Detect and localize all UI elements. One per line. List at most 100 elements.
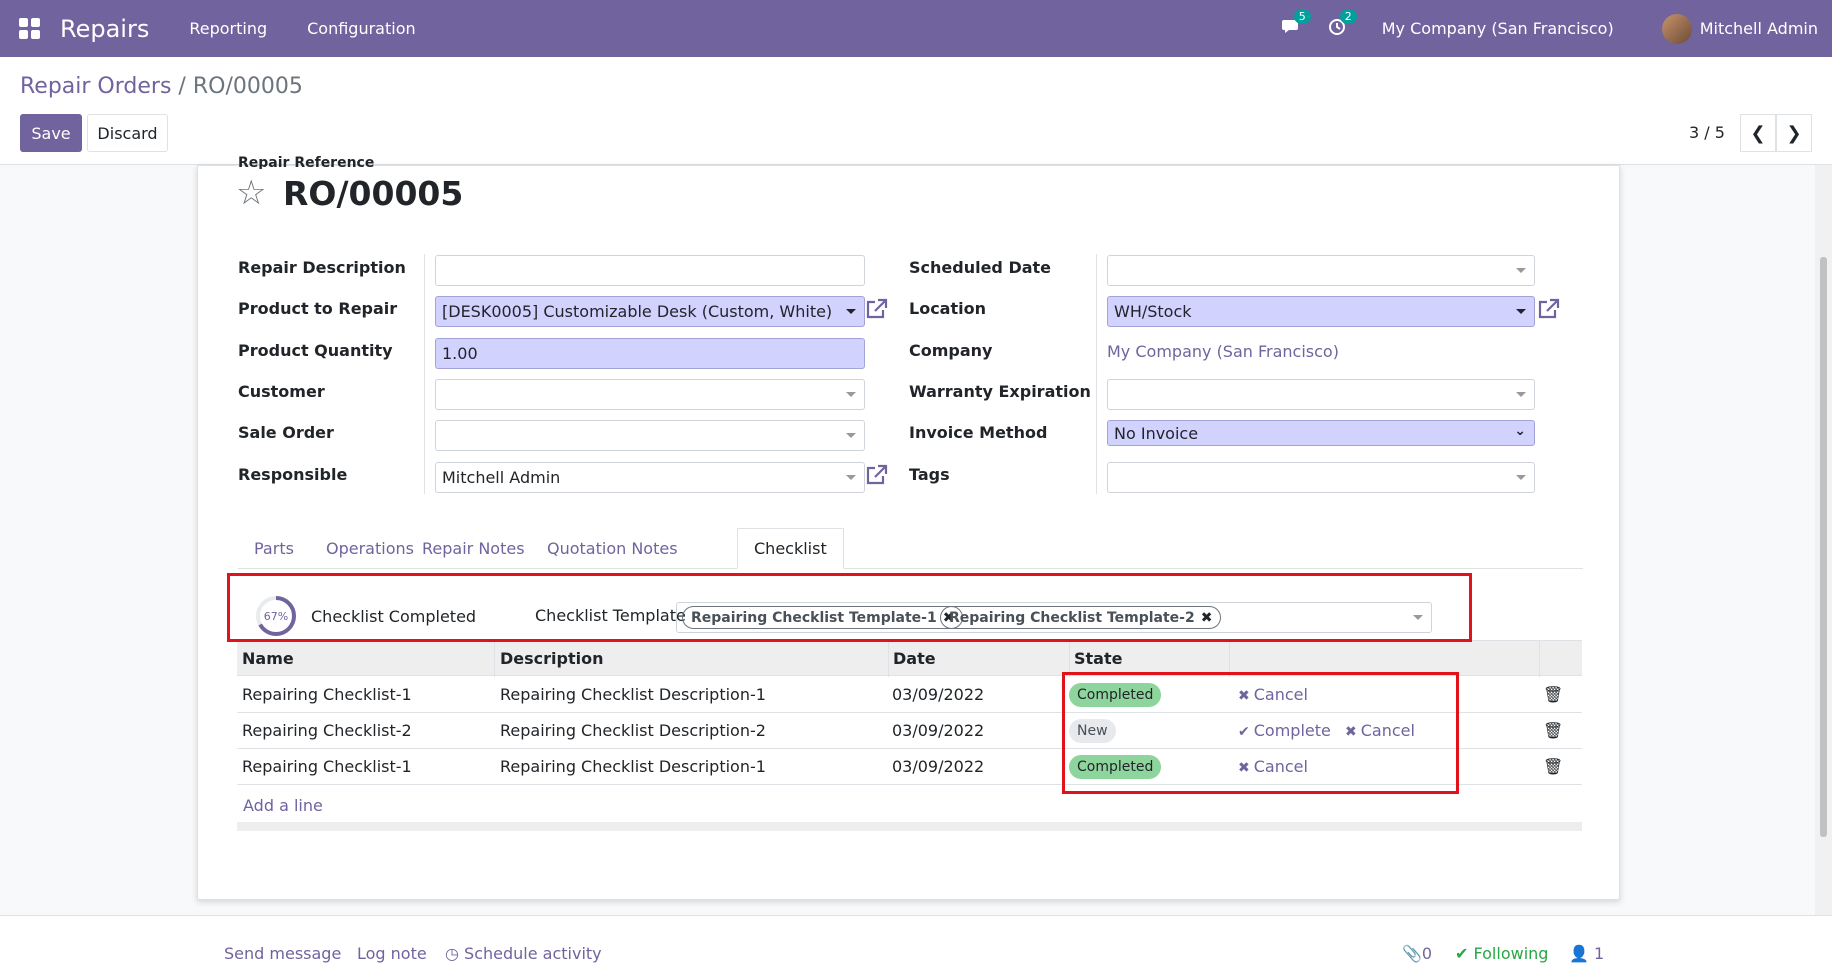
trash-icon[interactable]: 🗑 bbox=[1543, 685, 1563, 704]
tab-checklist[interactable]: Checklist bbox=[737, 528, 844, 569]
row-name: Repairing Checklist-1 bbox=[242, 685, 412, 704]
row-description: Repairing Checklist Description-1 bbox=[500, 757, 766, 776]
scheduled-date-input[interactable] bbox=[1107, 255, 1535, 286]
tab-quotation-notes[interactable]: Quotation Notes bbox=[531, 528, 694, 569]
highlight-checklist-header bbox=[227, 573, 1472, 642]
product-quantity-input[interactable]: 1.00 bbox=[435, 338, 865, 369]
save-button[interactable]: Save bbox=[20, 114, 82, 152]
pager-value[interactable]: 3 / 5 bbox=[1689, 123, 1725, 142]
add-line-link[interactable]: Add a line bbox=[243, 796, 323, 815]
chevron-left-icon: ❮ bbox=[1750, 122, 1766, 144]
messages-icon[interactable]: 5 bbox=[1281, 8, 1311, 41]
product-to-repair-value: [DESK0005] Customizable Desk (Custom, Wh… bbox=[442, 302, 833, 321]
control-panel: Repair Orders / RO/00005 Save Discard 3 … bbox=[0, 57, 1832, 165]
apps-menu-icon[interactable] bbox=[19, 17, 41, 40]
attachments-count: 0 bbox=[1421, 944, 1433, 963]
external-link-icon[interactable] bbox=[1537, 298, 1561, 325]
clock-icon: ◷ bbox=[445, 944, 465, 963]
app-name[interactable]: Repairs bbox=[60, 15, 149, 43]
chevron-down-icon bbox=[846, 475, 856, 480]
menu-reporting[interactable]: Reporting bbox=[189, 19, 267, 38]
invoice-method-select[interactable]: No Invoice ⌄ bbox=[1107, 420, 1535, 446]
activities-icon[interactable]: 2 bbox=[1328, 8, 1357, 41]
trash-icon[interactable]: 🗑 bbox=[1543, 757, 1563, 776]
tags-input[interactable] bbox=[1107, 462, 1535, 493]
table-footer bbox=[237, 822, 1582, 831]
top-navbar: Repairs Reporting Configuration 5 2 My C… bbox=[0, 0, 1832, 57]
tab-parts[interactable]: Parts bbox=[238, 528, 310, 569]
row-description: Repairing Checklist Description-2 bbox=[500, 721, 766, 740]
column-description[interactable]: Description bbox=[500, 649, 603, 668]
label-location: Location bbox=[909, 299, 986, 318]
schedule-activity-label: Schedule activity bbox=[464, 944, 602, 963]
column-state[interactable]: State bbox=[1074, 649, 1122, 668]
checklist-table-header: Name Description Date State bbox=[237, 640, 1582, 677]
row-name: Repairing Checklist-2 bbox=[242, 721, 412, 740]
column-date[interactable]: Date bbox=[893, 649, 936, 668]
label-scheduled-date: Scheduled Date bbox=[909, 258, 1052, 277]
breadcrumb-parent[interactable]: Repair Orders bbox=[20, 74, 171, 99]
followers-count: 1 bbox=[1594, 944, 1605, 963]
responsible-select[interactable]: Mitchell Admin bbox=[435, 462, 865, 493]
send-message-button[interactable]: Send message bbox=[224, 944, 341, 963]
row-name: Repairing Checklist-1 bbox=[242, 757, 412, 776]
chevron-right-icon: ❯ bbox=[1786, 122, 1802, 144]
row-date: 03/09/2022 bbox=[892, 685, 985, 704]
chevron-down-icon bbox=[846, 392, 856, 397]
chevron-down-icon bbox=[1516, 309, 1526, 314]
chevron-down-icon bbox=[1516, 392, 1526, 397]
warranty-expiration-input[interactable] bbox=[1107, 379, 1535, 410]
check-icon: ✔ bbox=[1455, 944, 1474, 963]
tab-repair-notes[interactable]: Repair Notes bbox=[406, 528, 541, 569]
pager-next-button[interactable]: ❯ bbox=[1776, 114, 1812, 152]
left-group-divider bbox=[424, 254, 425, 494]
breadcrumb: Repair Orders / RO/00005 bbox=[20, 74, 303, 99]
breadcrumb-separator: / bbox=[178, 74, 186, 99]
sale-order-select[interactable] bbox=[435, 420, 865, 451]
chevron-down-icon bbox=[846, 309, 856, 314]
row-date: 03/09/2022 bbox=[892, 757, 985, 776]
followers-button[interactable]: 👤 1 bbox=[1569, 944, 1604, 963]
user-menu[interactable]: Mitchell Admin bbox=[1700, 19, 1818, 38]
chevron-down-icon bbox=[1516, 475, 1526, 480]
external-link-icon[interactable] bbox=[865, 298, 889, 325]
trash-icon[interactable]: 🗑 bbox=[1543, 721, 1563, 740]
label-warranty-expiration: Warranty Expiration bbox=[909, 382, 1091, 401]
pager-previous-button[interactable]: ❮ bbox=[1740, 114, 1776, 152]
chevron-down-icon bbox=[1516, 268, 1526, 273]
following-button[interactable]: ✔ Following bbox=[1455, 944, 1548, 963]
label-tags: Tags bbox=[909, 465, 950, 484]
label-invoice-method: Invoice Method bbox=[909, 423, 1048, 442]
label-product-quantity: Product Quantity bbox=[238, 341, 393, 360]
star-icon[interactable]: ☆ bbox=[236, 173, 266, 213]
label-product-to-repair: Product to Repair bbox=[238, 299, 398, 318]
company-switcher[interactable]: My Company (San Francisco) bbox=[1382, 19, 1614, 38]
company-link[interactable]: My Company (San Francisco) bbox=[1107, 342, 1339, 361]
row-description: Repairing Checklist Description-1 bbox=[500, 685, 766, 704]
label-sale-order: Sale Order bbox=[238, 423, 334, 442]
discard-button[interactable]: Discard bbox=[87, 114, 168, 152]
page-title: RO/00005 bbox=[283, 174, 464, 213]
paperclip-icon: 📎 bbox=[1402, 944, 1422, 963]
product-to-repair-select[interactable]: [DESK0005] Customizable Desk (Custom, Wh… bbox=[435, 296, 865, 327]
scrollbar[interactable] bbox=[1815, 165, 1832, 915]
repair-description-input[interactable] bbox=[435, 255, 865, 286]
menu-configuration[interactable]: Configuration bbox=[307, 19, 416, 38]
invoice-method-value: No Invoice bbox=[1114, 423, 1199, 443]
chevron-down-icon bbox=[846, 433, 856, 438]
right-group-divider bbox=[1096, 254, 1097, 494]
external-link-icon[interactable] bbox=[865, 464, 889, 491]
avatar[interactable] bbox=[1661, 13, 1692, 44]
scrollbar-thumb[interactable] bbox=[1820, 257, 1827, 837]
label-repair-description: Repair Description bbox=[238, 258, 406, 277]
breadcrumb-current: RO/00005 bbox=[192, 74, 303, 99]
log-note-button[interactable]: Log note bbox=[357, 944, 427, 963]
notebook-tabs: Parts Operations Repair Notes Quotation … bbox=[238, 528, 1583, 569]
schedule-activity-button[interactable]: ◷ Schedule activity bbox=[445, 944, 602, 963]
customer-select[interactable] bbox=[435, 379, 865, 410]
title-label: Repair Reference bbox=[238, 155, 375, 169]
attachments-button[interactable]: 📎0 bbox=[1402, 944, 1432, 963]
chatter-bar: Send message Log note ◷ Schedule activit… bbox=[0, 915, 1832, 980]
location-select[interactable]: WH/Stock bbox=[1107, 296, 1535, 327]
column-name[interactable]: Name bbox=[242, 649, 294, 668]
